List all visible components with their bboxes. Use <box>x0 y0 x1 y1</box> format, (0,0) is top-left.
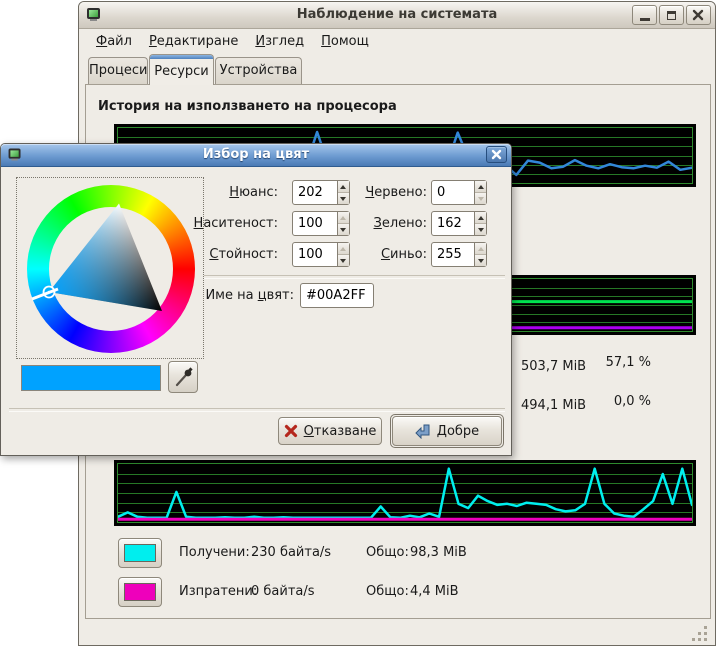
close-icon <box>687 6 710 24</box>
tab-processes[interactable]: Процеси <box>88 57 148 84</box>
menu-edit[interactable]: Редактиране <box>146 32 241 51</box>
action-separator <box>9 408 505 412</box>
network-history-chart <box>114 460 696 526</box>
minimize-button[interactable] <box>632 5 657 25</box>
red-spinbutton[interactable] <box>431 180 487 205</box>
dialog-close-button[interactable] <box>486 146 507 163</box>
blue-label: Синьо: <box>321 247 427 262</box>
green-label: Зелено: <box>321 216 427 231</box>
tab-devices[interactable]: Устройства <box>215 57 302 84</box>
green-input[interactable] <box>432 212 474 235</box>
maximize-button[interactable] <box>659 5 684 25</box>
eyedropper-icon <box>169 362 197 392</box>
close-button[interactable] <box>686 5 711 25</box>
green-spin-up[interactable] <box>475 212 486 224</box>
tab-resources[interactable]: Ресурси <box>149 54 214 85</box>
menu-help[interactable]: Помощ <box>318 32 372 51</box>
eyedropper-button[interactable] <box>168 361 198 393</box>
hue-label: Нюанс: <box>151 185 278 200</box>
color-wheel[interactable] <box>16 177 204 359</box>
value-label: Стойност: <box>151 247 278 262</box>
blue-spin-up[interactable] <box>475 243 486 255</box>
cancel-x-icon <box>284 424 298 438</box>
dialog-close-icon <box>487 147 506 162</box>
dialog-title: Избор на цвят <box>1 147 511 162</box>
color-name-label: Име на цвят: <box>151 288 294 303</box>
blue-spinbutton[interactable] <box>431 242 487 267</box>
saturation-label: Наситеност: <box>151 216 278 231</box>
red-label: Червено: <box>321 185 427 200</box>
main-window-title: Наблюдение на системата <box>79 7 715 22</box>
current-color-swatch <box>21 365 161 391</box>
hsv-triangle[interactable] <box>17 178 203 358</box>
green-spin-down[interactable] <box>475 224 486 235</box>
fields-separator <box>204 275 505 279</box>
resize-grip-icon[interactable] <box>689 623 709 641</box>
minimize-icon <box>640 18 650 21</box>
color-picker-dialog: Избор на цвят <box>0 143 512 456</box>
dialog-titlebar[interactable]: Избор на цвят <box>1 144 511 167</box>
menubar: Файл Редактиране Изглед Помощ <box>79 28 715 54</box>
ok-button[interactable]: Добре <box>392 416 502 446</box>
ok-button-focus-ring: Добре <box>390 414 504 448</box>
ok-enter-icon <box>415 424 431 439</box>
main-titlebar[interactable]: Наблюдение на системата <box>79 2 715 29</box>
red-spin-up[interactable] <box>475 181 486 193</box>
green-spinbutton[interactable] <box>431 211 487 236</box>
menu-view[interactable]: Изглед <box>252 32 307 51</box>
blue-input[interactable] <box>432 243 474 266</box>
cancel-button[interactable]: Отказване <box>278 417 382 445</box>
red-input[interactable] <box>432 181 474 204</box>
color-name-input[interactable]: #00A2FF <box>300 283 374 308</box>
red-spin-down[interactable] <box>475 193 486 204</box>
blue-spin-down[interactable] <box>475 255 486 266</box>
maximize-icon <box>667 11 676 20</box>
statusbar <box>79 620 715 646</box>
menu-file[interactable]: Файл <box>93 32 135 51</box>
